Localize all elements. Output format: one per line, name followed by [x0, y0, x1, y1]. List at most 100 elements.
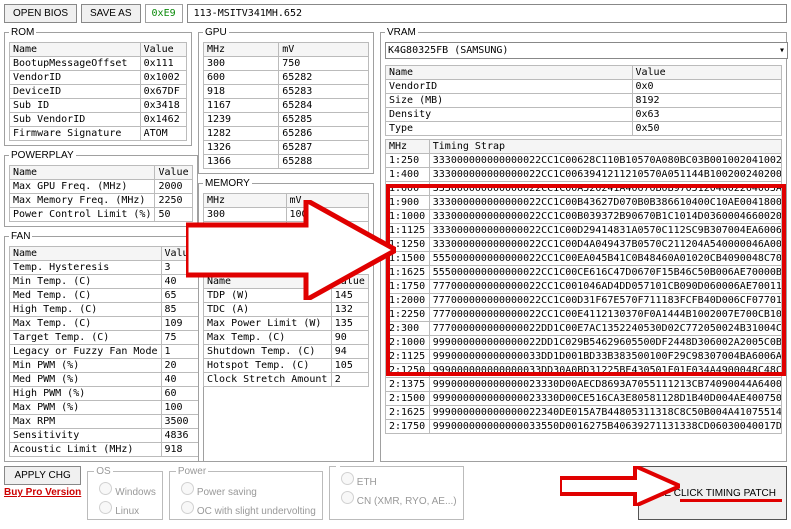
powertune-title: POWERTUNE	[203, 259, 272, 270]
fan-panel: FAN NameValue Temp. Hysteresis3Min Temp.…	[4, 231, 204, 462]
timing-strap-row[interactable]: 1:1125333000000000000022CC1C00D29414831A…	[386, 224, 782, 238]
table-row[interactable]: Hotspot Temp. (C)105	[204, 359, 369, 373]
timing-strap-row[interactable]: 1:1250333000000000000022CC1C00D4A049437B…	[386, 238, 782, 252]
table-row[interactable]: 20001000	[204, 236, 369, 250]
table-row[interactable]: Min PWM (%)20	[10, 359, 199, 373]
power-oc-radio[interactable]: OC with slight undervolting	[176, 498, 316, 517]
timing-strap-row[interactable]: 1:250333000000000000022CC1C00628C110B105…	[386, 154, 782, 168]
open-bios-button[interactable]: OPEN BIOS	[4, 4, 77, 23]
table-row[interactable]: Max Memory Freq. (MHz)2250	[10, 194, 193, 208]
table-row[interactable]: Min Temp. (C)40	[10, 275, 199, 289]
rom-panel: ROM NameValue BootupMessageOffset0x111Ve…	[4, 27, 192, 146]
timing-strap-row[interactable]: 1:1625555000000000000022CC1C00CE616C47D0…	[386, 266, 782, 280]
table-row[interactable]: Max Temp. (C)90	[204, 331, 369, 345]
powerplay-panel: POWERPLAY NameValue Max GPU Freq. (MHz)2…	[4, 150, 198, 227]
table-row[interactable]: 128265286	[204, 127, 369, 141]
table-row[interactable]: 136665288	[204, 155, 369, 169]
table-row[interactable]: TDC (A)132	[204, 303, 369, 317]
timing-strap-row[interactable]: 2:300777000000000000022DD1C00E7AC1352240…	[386, 322, 782, 336]
mining-cn-radio[interactable]: CN (XMR, RYO, AE...)	[336, 488, 457, 507]
table-row[interactable]: 91865283	[204, 85, 369, 99]
hex-indicator: 0xE9	[145, 4, 183, 23]
vram-title: VRAM	[385, 27, 418, 38]
table-row[interactable]: Max Power Limit (W)135	[204, 317, 369, 331]
table-row[interactable]: Target Temp. (C)75	[10, 331, 199, 345]
table-row[interactable]: DeviceID0x67DF	[10, 85, 187, 99]
power-saving-radio[interactable]: Power saving	[176, 479, 316, 498]
table-row[interactable]: Firmware SignatureATOM	[10, 127, 187, 141]
table-row[interactable]: Legacy or Fuzzy Fan Mode1	[10, 345, 199, 359]
table-row[interactable]: Clock Stretch Amount2	[204, 373, 369, 387]
buy-pro-link[interactable]: Buy Pro Version	[4, 487, 81, 498]
timing-strap-row[interactable]: 2:1375999000000000000023330D00AECD8693A7…	[386, 378, 782, 392]
os-group: OS Windows Linux	[87, 466, 163, 520]
vram-props-table: NameValue VendorID0x0Size (MB)8192Densit…	[385, 65, 782, 136]
table-row[interactable]: Sub ID0x3418	[10, 99, 187, 113]
table-row[interactable]: Temp. Hysteresis3	[10, 261, 199, 275]
apply-changes-button[interactable]: APPLY CHG	[4, 466, 81, 485]
table-row[interactable]: Shutdown Temp. (C)94	[204, 345, 369, 359]
table-row[interactable]: 132665287	[204, 141, 369, 155]
table-row[interactable]: 60065282	[204, 71, 369, 85]
timing-strap-row[interactable]: 1:400333000000000000022CC1C0063941211210…	[386, 168, 782, 182]
gpu-panel: GPU MHzmV 300750600652829186528311676528…	[198, 27, 374, 174]
table-row[interactable]: 123965285	[204, 113, 369, 127]
table-row[interactable]: VendorID0x0	[386, 80, 782, 94]
rom-title: ROM	[9, 27, 36, 38]
table-row[interactable]: Sub VendorID0x1462	[10, 113, 187, 127]
os-linux-radio[interactable]: Linux	[94, 498, 156, 517]
table-row[interactable]: Max GPU Freq. (MHz)2000	[10, 180, 193, 194]
fan-title: FAN	[9, 231, 32, 242]
table-row[interactable]: Med PWM (%)40	[10, 373, 199, 387]
rom-table: NameValue BootupMessageOffset0x111Vendor…	[9, 42, 187, 141]
timing-strap-row[interactable]: 2:1500999000000000000023330D00CE516CA3E8…	[386, 392, 782, 406]
table-row[interactable]: VendorID0x1002	[10, 71, 187, 85]
table-row[interactable]: Max RPM3500	[10, 415, 199, 429]
table-row[interactable]: TDP (W)145	[204, 289, 369, 303]
timing-strap-row[interactable]: 1:1750777000000000000022CC1C001046AD4DD0…	[386, 280, 782, 294]
memory-title: MEMORY	[203, 178, 252, 189]
table-row[interactable]: 10001000	[204, 222, 369, 236]
timing-strap-row[interactable]: 1:2250777000000000000022CC1C00E411213037…	[386, 308, 782, 322]
table-row[interactable]: Max Temp. (C)109	[10, 317, 199, 331]
timing-strap-row[interactable]: 1:1500555000000000000022CC1C00EA045B41C0…	[386, 252, 782, 266]
one-click-timing-patch-button[interactable]: ONE CLICK TIMING PATCH	[638, 466, 787, 520]
vram-chip-select[interactable]: K4G80325FB (SAMSUNG) ▾	[385, 42, 788, 59]
table-row[interactable]: 3001000	[204, 208, 369, 222]
timing-strap-row[interactable]: 1:1000333000000000000022CC1C00B039372B90…	[386, 210, 782, 224]
table-row[interactable]: Power Control Limit (%)50	[10, 208, 193, 222]
timing-strap-row[interactable]: 1:600333000000000000022CC1C00A520241A406…	[386, 182, 782, 196]
table-row[interactable]: High PWM (%)60	[10, 387, 199, 401]
table-row[interactable]: Density0x63	[386, 108, 782, 122]
timing-strap-row[interactable]: 2:1625999000000000000022340DE015A7B44805…	[386, 406, 782, 420]
table-row[interactable]: 300750	[204, 57, 369, 71]
powerplay-table: NameValue Max GPU Freq. (MHz)2000Max Mem…	[9, 165, 193, 222]
memory-table: MHzmV 30010001000100020001000	[203, 193, 369, 250]
vram-panel: VRAM K4G80325FB (SAMSUNG) ▾ NameValue Ve…	[380, 27, 787, 462]
timing-strap-row[interactable]: 2:1125999000000000000033DD1D001BD33B3835…	[386, 350, 782, 364]
timing-strap-row[interactable]: 1:900333000000000000022CC1C00B43627D070B…	[386, 196, 782, 210]
table-row[interactable]: Max PWM (%)100	[10, 401, 199, 415]
timing-strap-row[interactable]: 2:1250999000000000000033DD30A0BD31225BE4…	[386, 364, 782, 378]
timing-strap-row[interactable]: 2:1000999000000000000022DD1C029B54629605…	[386, 336, 782, 350]
powertune-table: NameValue TDP (W)145TDC (A)132Max Power …	[203, 274, 369, 387]
table-row[interactable]: BootupMessageOffset0x111	[10, 57, 187, 71]
mining-eth-radio[interactable]: ETH	[336, 469, 457, 488]
timing-strap-row[interactable]: 2:1750999000000000000033550D0016275B4063…	[386, 420, 782, 434]
table-row[interactable]: Sensitivity4836	[10, 429, 199, 443]
table-row[interactable]: Size (MB)8192	[386, 94, 782, 108]
table-row[interactable]: Med Temp. (C)65	[10, 289, 199, 303]
table-row[interactable]: High Temp. (C)85	[10, 303, 199, 317]
memory-panel: MEMORY MHzmV 30010001000100020001000	[198, 178, 374, 255]
fan-table: NameValue Temp. Hysteresis3Min Temp. (C)…	[9, 246, 199, 457]
table-row[interactable]: 116765284	[204, 99, 369, 113]
timing-strap-row[interactable]: 1:2000777000000000000022CC1C00D31F67E570…	[386, 294, 782, 308]
power-group: Power Power saving OC with slight underv…	[169, 466, 323, 520]
save-as-button[interactable]: SAVE AS	[81, 4, 141, 23]
table-row[interactable]: Acoustic Limit (MHz)918	[10, 443, 199, 457]
powerplay-title: POWERPLAY	[9, 150, 76, 161]
gpu-title: GPU	[203, 27, 229, 38]
table-row[interactable]: Type0x50	[386, 122, 782, 136]
timing-straps-table[interactable]: MHzTiming Strap 1:250333000000000000022C…	[385, 139, 782, 434]
os-windows-radio[interactable]: Windows	[94, 479, 156, 498]
